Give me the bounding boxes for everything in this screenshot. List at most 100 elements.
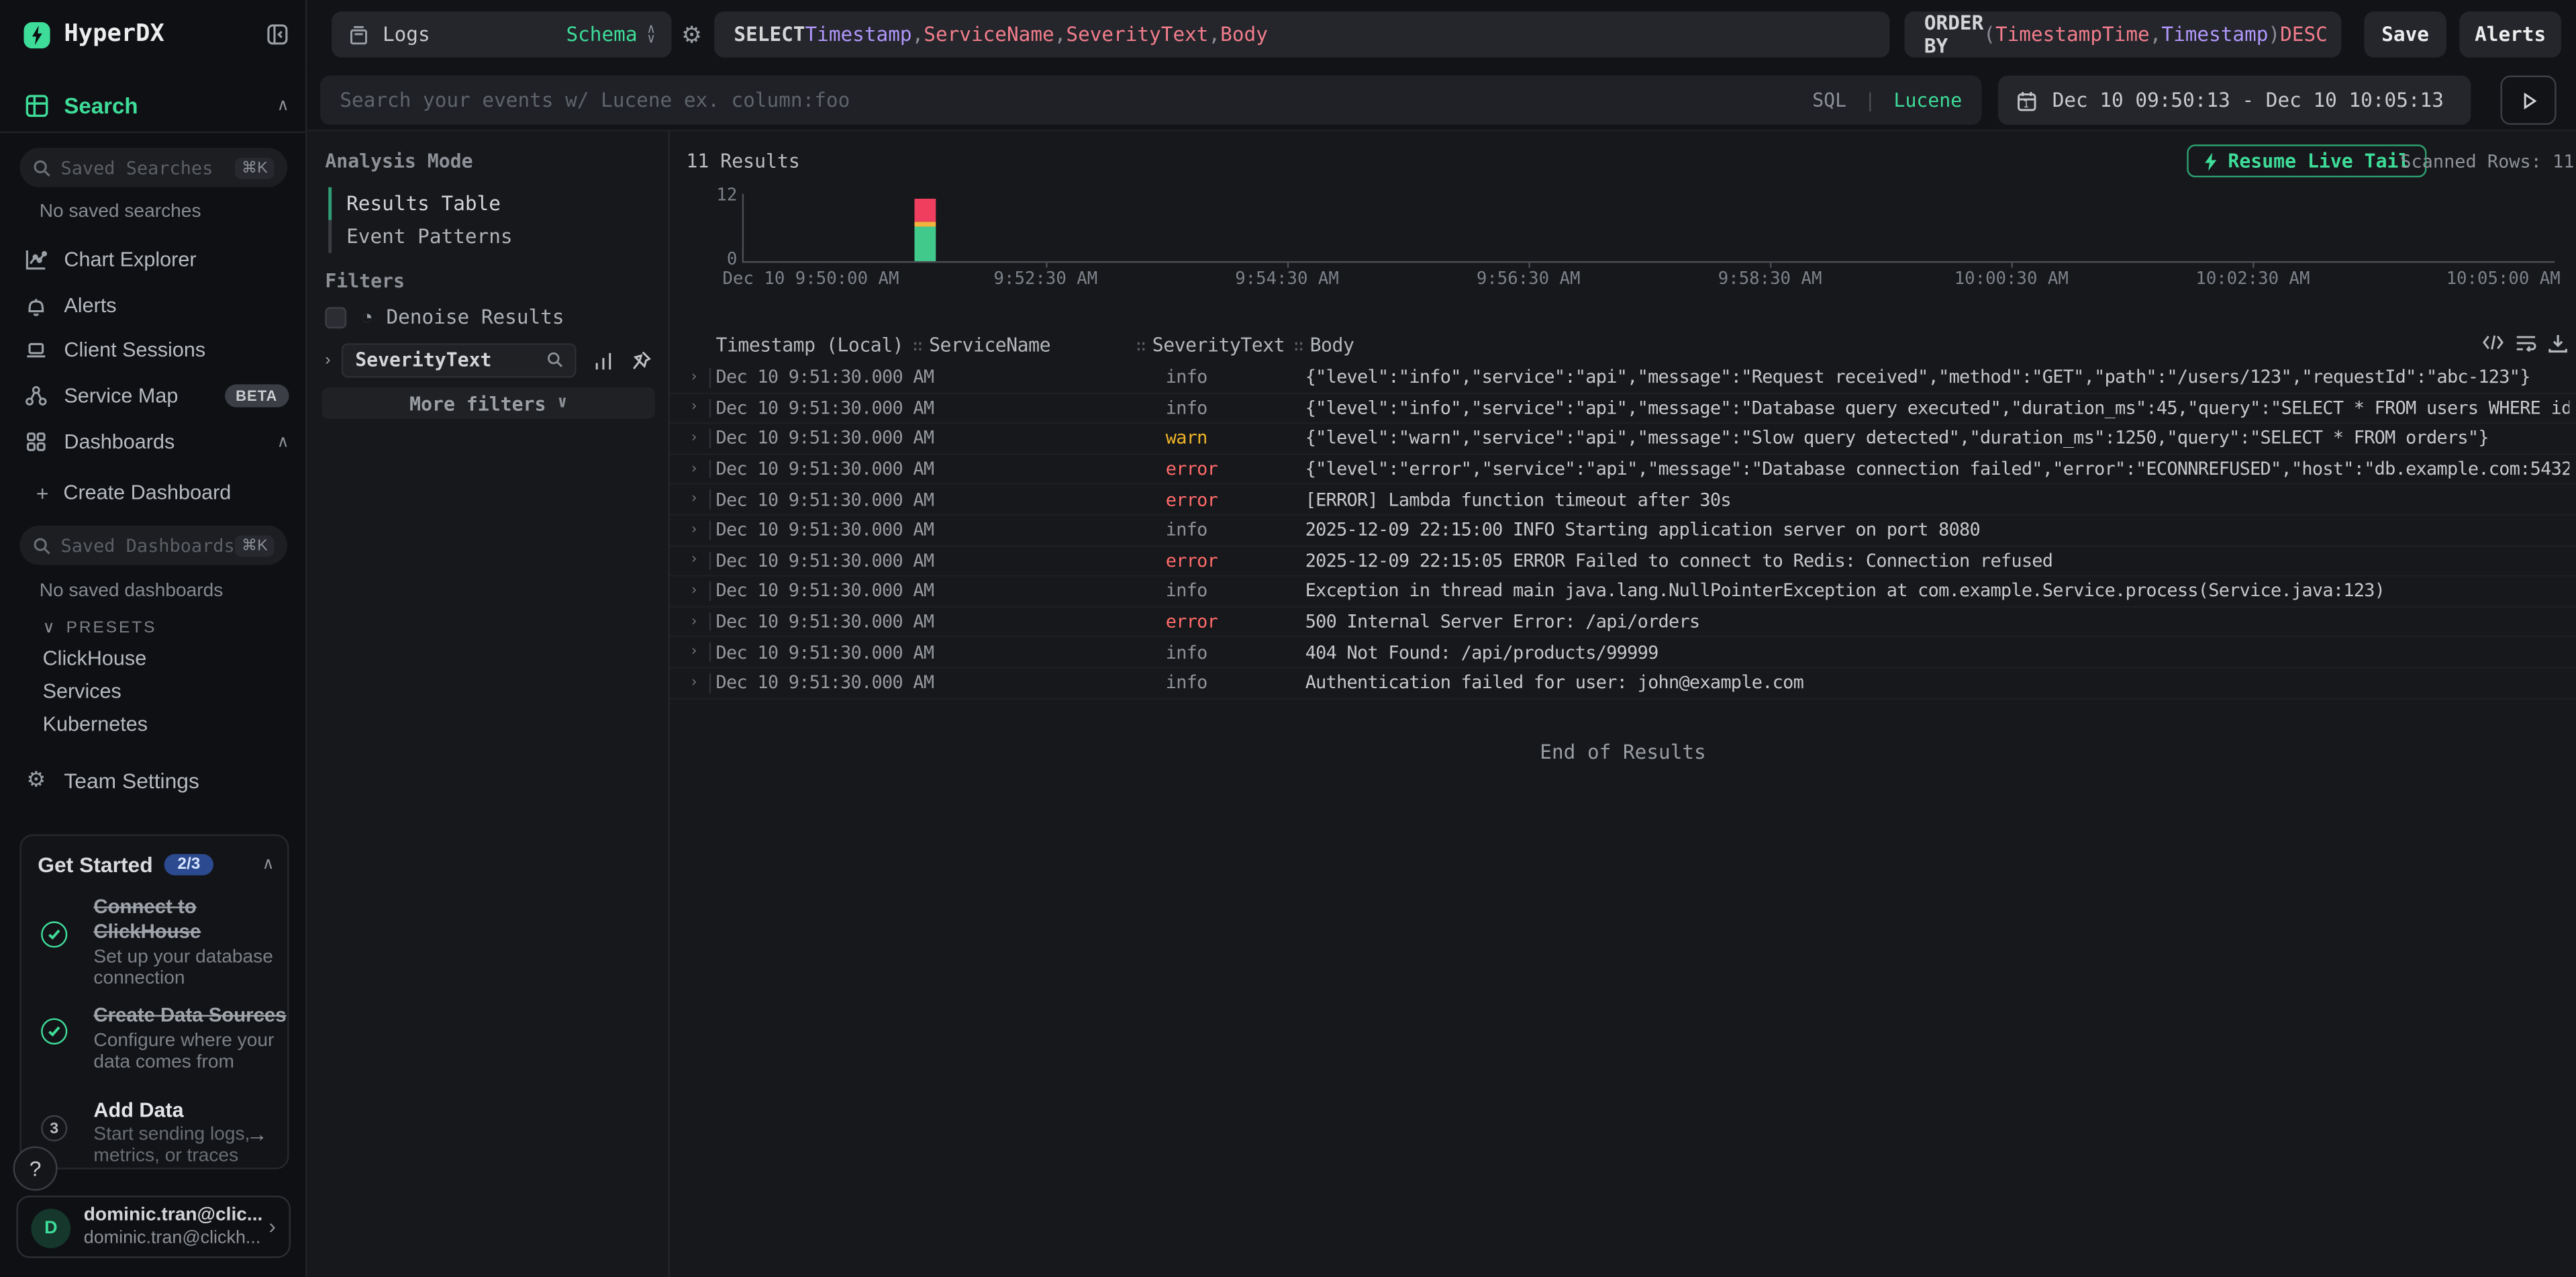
query-token: TimestampTime — [1995, 23, 2150, 46]
check-circle-icon — [41, 1019, 67, 1045]
no-saved-searches-text: No saved searches — [40, 202, 201, 222]
row-severity: error — [1166, 611, 1218, 632]
row-severity: error — [1166, 489, 1218, 510]
chart-explorer-icon — [23, 248, 49, 271]
plus-icon: + — [36, 480, 49, 505]
lucene-mode-toggle[interactable]: Lucene — [1894, 89, 1963, 111]
drag-handle-icon[interactable]: ∷ — [913, 338, 922, 357]
table-row[interactable]: ›Dec 10 9:51:30.000 AMerror2025-12-09 22… — [670, 546, 2576, 576]
sidebar: HyperDX Search ∧ Saved Searches ⌘K No sa… — [0, 0, 307, 1277]
row-severity: info — [1166, 397, 1207, 419]
service-map-icon — [23, 384, 49, 407]
wrap-lines-icon[interactable] — [2516, 334, 2537, 352]
sidebar-item-chart-explorer[interactable]: Chart Explorer — [23, 244, 289, 274]
search-icon — [33, 536, 51, 555]
table-row[interactable]: ›Dec 10 9:51:30.000 AMinfo{"level":"info… — [670, 393, 2576, 424]
chevron-up-icon[interactable]: ∧ — [277, 96, 289, 114]
table-row[interactable]: ›Dec 10 9:51:30.000 AMerror{"level":"err… — [670, 455, 2576, 485]
chevron-up-icon[interactable]: ∧ — [277, 433, 289, 451]
sidebar-collapse-icon[interactable] — [266, 23, 289, 46]
drag-handle-icon[interactable]: ∷ — [1294, 338, 1303, 357]
download-icon[interactable] — [2548, 334, 2567, 353]
arrow-right-icon: → — [246, 1122, 268, 1147]
col-body[interactable]: Body — [1310, 334, 1354, 357]
sidebar-item-service-map[interactable]: Service Map BETA — [23, 381, 289, 411]
run-query-button[interactable] — [2500, 76, 2556, 125]
laptop-icon — [23, 338, 49, 361]
event-search-input[interactable]: Search your events w/ Lucene ex. column:… — [320, 76, 1982, 125]
table-row[interactable]: ›Dec 10 9:51:30.000 AMwarn{"level":"warn… — [670, 424, 2576, 455]
code-view-icon[interactable] — [2483, 334, 2504, 352]
results-area: 11 Results Resume Live Tail Scanned Rows… — [670, 132, 2576, 1277]
severity-filter-box[interactable]: SeverityText — [342, 342, 577, 377]
filter-expand-chevron[interactable]: › — [325, 350, 330, 369]
row-body: Exception in thread main java.lang.NullP… — [1305, 581, 2570, 602]
table-row[interactable]: ›Dec 10 9:51:30.000 AMinfoAuthentication… — [670, 668, 2576, 698]
denoise-checkbox[interactable] — [325, 306, 346, 328]
sidebar-item-client-sessions[interactable]: Client Sessions — [23, 335, 289, 365]
search-toolbar: Search your events w/ Lucene ex. column:… — [307, 69, 2576, 132]
row-body: {"level":"error","service":"api","messag… — [1305, 459, 2570, 480]
sidebar-item-team-settings[interactable]: ⚙ Team Settings — [23, 765, 289, 795]
time-range-picker[interactable]: 1 Dec 10 09:50:13 - Dec 10 10:05:13 — [1998, 76, 2471, 125]
analysis-mode-event-patterns[interactable]: Event Patterns — [328, 220, 652, 253]
table-row[interactable]: ›Dec 10 9:51:30.000 AMerror500 Internal … — [670, 607, 2576, 637]
logs-source-icon — [348, 23, 370, 45]
table-row[interactable]: ›Dec 10 9:51:30.000 AMerror[ERROR] Lambd… — [670, 485, 2576, 516]
preset-item-kubernetes[interactable]: Kubernetes — [43, 713, 148, 736]
get-started-step[interactable]: Connect to ClickHouse Set up your databa… — [38, 895, 274, 992]
gear-icon: ⚙ — [23, 767, 49, 793]
sql-mode-toggle[interactable]: SQL — [1812, 89, 1846, 111]
chevron-up-icon[interactable]: ∧ — [262, 855, 275, 873]
row-expand-chevron: › — [689, 644, 698, 660]
table-row[interactable]: ›Dec 10 9:51:30.000 AMinfo{"level":"info… — [670, 363, 2576, 393]
table-row[interactable]: ›Dec 10 9:51:30.000 AMinfoException in t… — [670, 577, 2576, 607]
histogram-bar-error[interactable] — [915, 198, 936, 221]
row-timestamp: Dec 10 9:51:30.000 AM — [716, 397, 934, 419]
save-button[interactable]: Save — [2364, 11, 2446, 57]
create-dashboard-button[interactable]: + Create Dashboard — [36, 479, 289, 506]
dashboards-icon — [23, 430, 49, 453]
sidebar-item-search[interactable]: Search ∧ — [23, 89, 289, 122]
user-name: dominic.tran@clic... — [84, 1205, 263, 1225]
col-severitytext[interactable]: SeverityText — [1152, 334, 1285, 357]
user-menu[interactable]: D dominic.tran@clic... dominic.tran@clic… — [16, 1196, 291, 1258]
events-histogram[interactable]: 120Dec 10 9:50:00 AM9:52:30 AM9:54:30 AM… — [670, 132, 2576, 289]
schema-label: Schema — [566, 23, 637, 46]
histogram-bar-info[interactable] — [915, 227, 936, 261]
source-select[interactable]: Logs Schema ∧∨ — [332, 11, 671, 57]
help-button[interactable]: ? — [13, 1146, 58, 1190]
row-body: [ERROR] Lambda function timeout after 30… — [1305, 489, 2570, 510]
orderby-clause[interactable]: ORDER BY (TimestampTime, Timestamp) DESC — [1905, 11, 2342, 57]
row-divider — [709, 368, 711, 387]
histogram-bar-warn[interactable] — [915, 221, 936, 227]
source-settings-gear-icon[interactable]: ⚙ — [681, 21, 702, 50]
filter-chart-icon[interactable] — [593, 349, 615, 371]
presets-header[interactable]: ∨ PRESETS — [43, 616, 157, 638]
denoise-label: Denoise Results — [386, 305, 564, 328]
more-filters-button[interactable]: More filters∨ — [321, 387, 655, 418]
sidebar-item-dashboards[interactable]: Dashboards ∧ — [23, 427, 289, 457]
preset-item-services[interactable]: Services — [43, 680, 121, 703]
col-servicename[interactable]: ServiceName — [929, 334, 1050, 357]
chevron-down-icon: ∨ — [43, 618, 55, 636]
row-severity: error — [1166, 550, 1218, 571]
get-started-step[interactable]: 3 Add Data Start sending logs, metrics, … — [38, 1098, 274, 1169]
check-circle-icon — [41, 921, 67, 947]
sidebar-item-alerts[interactable]: Alerts — [23, 291, 289, 320]
row-divider — [709, 673, 711, 692]
y-axis-max-label: 12 — [716, 185, 737, 205]
select-clause-input[interactable]: SELECT Timestamp,ServiceName,SeverityTex… — [714, 11, 1889, 57]
alerts-button[interactable]: Alerts — [2459, 11, 2561, 57]
table-row[interactable]: ›Dec 10 9:51:30.000 AMinfo2025-12-09 22:… — [670, 516, 2576, 546]
drag-handle-icon[interactable]: ∷ — [1136, 338, 1146, 357]
filter-pin-icon[interactable] — [631, 349, 652, 371]
saved-searches-input[interactable]: Saved Searches ⌘K — [19, 148, 287, 187]
saved-dashboards-input[interactable]: Saved Dashboards ⌘K — [19, 526, 287, 565]
col-timestamp[interactable]: Timestamp (Local) — [716, 334, 904, 357]
analysis-mode-results-table[interactable]: Results Table — [328, 187, 652, 220]
table-row[interactable]: ›Dec 10 9:51:30.000 AMinfo404 Not Found:… — [670, 638, 2576, 668]
row-divider — [709, 612, 711, 631]
preset-item-clickhouse[interactable]: ClickHouse — [43, 647, 147, 670]
get-started-step[interactable]: Create Data Sources Configure where your… — [38, 1004, 274, 1076]
